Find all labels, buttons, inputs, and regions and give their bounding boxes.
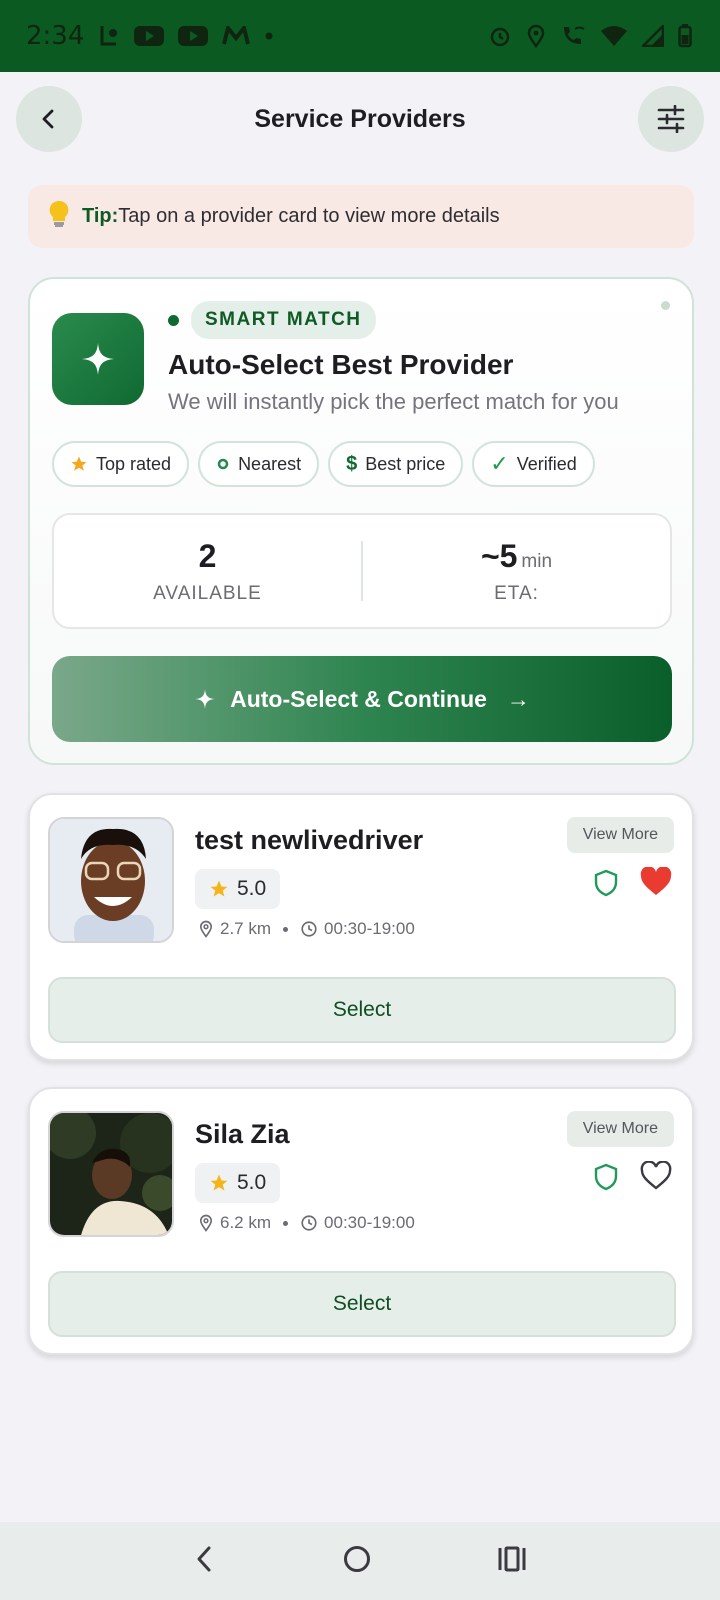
chip-verified: ✓ Verified	[472, 441, 595, 487]
battery-icon	[678, 24, 692, 48]
hours: 00:30-19:00	[324, 919, 415, 938]
rating-value: 5.0	[237, 877, 267, 900]
wifi-icon	[600, 25, 628, 47]
clock-icon	[301, 921, 317, 937]
avatar	[48, 1111, 174, 1237]
feature-chips: Top rated Nearest $ Best price ✓ Verifie…	[52, 441, 595, 487]
stats-panel: 2 AVAILABLE ~5 min ETA:	[52, 513, 672, 629]
check-icon: ✓	[490, 451, 509, 476]
signal-icon	[642, 25, 664, 47]
location-pin-icon	[199, 1214, 213, 1232]
chip-label: Top rated	[96, 453, 172, 474]
provider-card[interactable]: test newlivedriver 5.0 2.7 km 00:30-19:0…	[28, 793, 694, 1061]
provider-card[interactable]: Sila Zia 5.0 6.2 km 00:30-19:00 View Mor…	[28, 1087, 694, 1355]
view-more-button[interactable]: View More	[566, 817, 674, 853]
distance: 6.2 km	[220, 1213, 272, 1232]
chevron-left-icon	[197, 1546, 211, 1571]
select-button[interactable]: Select	[48, 1271, 676, 1337]
rating-badge: 5.0	[195, 869, 281, 909]
nav-home-button[interactable]	[342, 1544, 372, 1579]
chip-top-rated: Top rated	[52, 441, 190, 487]
tip-label: Tip:	[82, 205, 119, 227]
smart-badge-row: SMART MATCH	[168, 301, 376, 339]
provider-meta: 2.7 km 00:30-19:00	[198, 919, 415, 939]
star-icon	[71, 456, 87, 471]
tip-text: Tap on a provider card to view more deta…	[118, 205, 500, 227]
meta-separator	[283, 1220, 289, 1226]
youtube-icon-2	[178, 25, 209, 47]
meta-separator	[283, 926, 289, 932]
eta-value-wrap: ~5 min	[363, 538, 670, 575]
provider-name: test newlivedriver	[195, 825, 424, 855]
chip-label: Verified	[516, 453, 577, 474]
heart-icon-filled[interactable]	[640, 866, 672, 902]
sparkle-icon	[195, 689, 215, 709]
sparkle-icon	[82, 343, 114, 375]
sliders-icon	[657, 105, 685, 133]
alarm-icon	[488, 24, 512, 48]
chevron-left-icon	[42, 109, 54, 129]
chip-best-price: $ Best price	[328, 441, 464, 487]
smart-match-card[interactable]: SMART MATCH Auto-Select Best Provider We…	[28, 277, 694, 765]
avatar	[48, 817, 174, 943]
shield-icon	[594, 1163, 618, 1196]
tip-text-wrap: Tip:Tap on a provider card to view more …	[82, 205, 500, 228]
location-icon	[526, 24, 546, 48]
rating-value: 5.0	[237, 1171, 267, 1194]
lightbulb-icon	[48, 200, 70, 234]
location-pin-icon	[199, 920, 213, 938]
available-label: AVAILABLE	[153, 582, 262, 604]
youtube-icon	[134, 25, 165, 47]
system-nav-bar	[0, 1522, 720, 1600]
view-more-button[interactable]: View More	[566, 1111, 674, 1147]
eta-unit: min	[521, 550, 553, 572]
smart-match-badge: SMART MATCH	[191, 301, 376, 339]
heart-icon-outline[interactable]	[640, 1160, 672, 1196]
recents-icon	[498, 1546, 526, 1571]
cta-label: Auto-Select & Continue	[230, 685, 487, 712]
header: Service Providers	[16, 86, 704, 152]
wifi-call-icon	[560, 24, 586, 48]
star-icon	[210, 1174, 228, 1191]
eta-label: ETA:	[494, 582, 539, 604]
gmail-icon	[222, 26, 251, 46]
back-button[interactable]	[16, 86, 82, 152]
available-count: 2	[198, 537, 217, 574]
select-button[interactable]: Select	[48, 977, 676, 1043]
home-circle-icon	[343, 1545, 370, 1572]
dot-icon	[217, 458, 229, 470]
more-dot-icon	[264, 31, 274, 41]
tip-banner: Tip:Tap on a provider card to view more …	[28, 185, 694, 248]
hours: 00:30-19:00	[324, 1213, 415, 1232]
sparkle-tile	[52, 313, 144, 405]
dollar-icon: $	[346, 452, 358, 475]
status-bar: 2:34	[0, 0, 720, 72]
smart-subtitle: We will instantly pick the perfect match…	[168, 389, 619, 414]
filter-button[interactable]	[638, 86, 704, 152]
clock-icon	[301, 1215, 317, 1231]
stat-eta: ~5 min ETA:	[363, 538, 670, 605]
provider-meta: 6.2 km 00:30-19:00	[198, 1213, 415, 1233]
smart-title: Auto-Select Best Provider	[168, 349, 514, 380]
distance: 2.7 km	[220, 919, 272, 938]
provider-name: Sila Zia	[195, 1119, 290, 1149]
nav-back-button[interactable]	[193, 1545, 217, 1578]
star-icon	[210, 880, 228, 897]
status-time: 2:34	[26, 21, 85, 51]
chip-nearest: Nearest	[198, 441, 320, 487]
rating-badge: 5.0	[195, 1163, 281, 1203]
chip-label: Nearest	[238, 453, 302, 474]
eta-value: ~5	[480, 537, 518, 574]
nav-recents-button[interactable]	[497, 1546, 527, 1577]
stat-available: 2 AVAILABLE	[54, 538, 361, 605]
page-title: Service Providers	[254, 104, 466, 133]
chip-label: Best price	[365, 453, 446, 474]
status-dot	[168, 314, 179, 326]
notification-app-icon	[98, 24, 120, 48]
arrow-right-icon: →	[506, 685, 530, 712]
auto-select-continue-button[interactable]: Auto-Select & Continue →	[52, 656, 672, 742]
shield-icon	[594, 869, 618, 902]
corner-dot	[661, 301, 670, 310]
